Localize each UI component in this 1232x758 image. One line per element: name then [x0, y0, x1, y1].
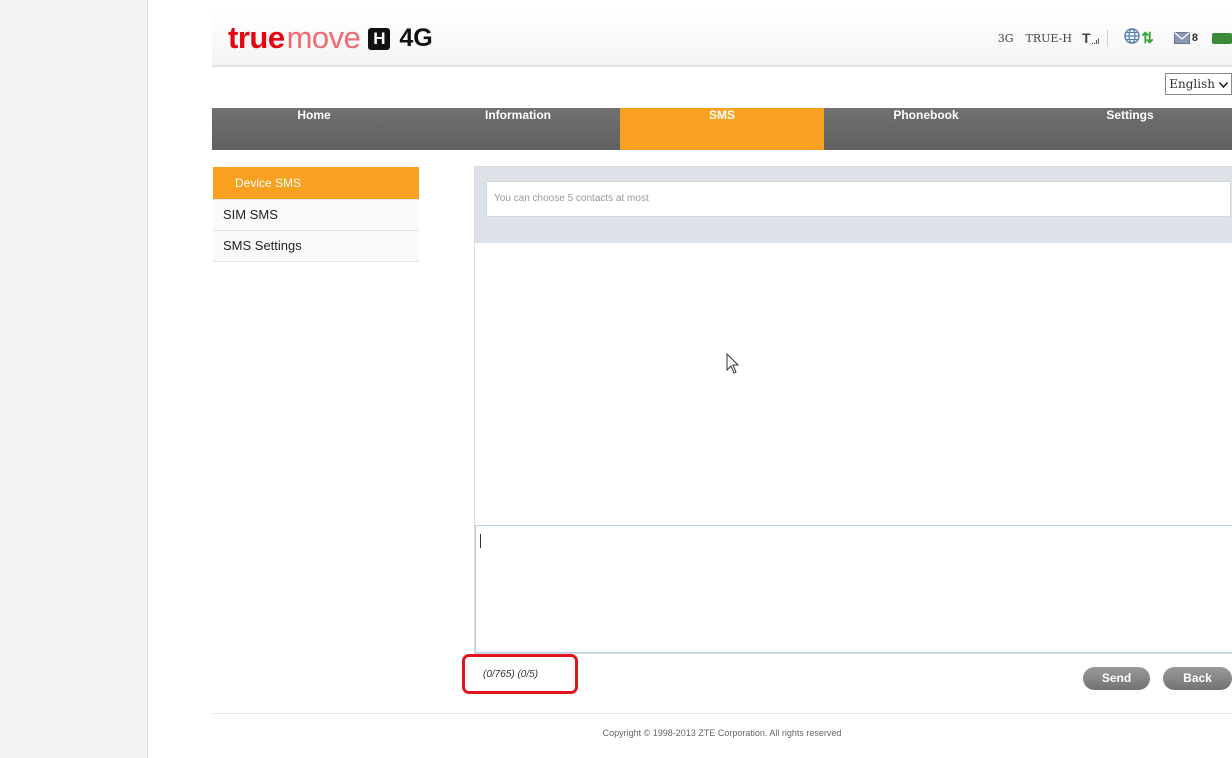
main-nav: Home Information SMS Phonebook Settings	[212, 108, 1232, 150]
nav-settings[interactable]: Settings	[1028, 108, 1232, 150]
nav-home[interactable]: Home	[212, 108, 416, 150]
nav-phonebook[interactable]: Phonebook	[824, 108, 1028, 150]
sms-count-badge: 8	[1191, 32, 1198, 44]
logo-h-badge: H	[368, 28, 391, 50]
left-gutter	[0, 0, 148, 758]
character-counter: (0/765) (0/5)	[483, 669, 539, 680]
header: true move H 4G 3G TRUE-H T ..ıl ⇅ 8	[212, 10, 1232, 67]
language-selected-value: English	[1169, 77, 1215, 91]
language-select[interactable]: English	[1165, 73, 1232, 95]
envelope-icon	[1173, 32, 1190, 44]
copyright: Copyright © 1998-2013 ZTE Corporation. A…	[602, 728, 842, 738]
logo-move: move	[286, 20, 361, 55]
contact-bar: You can choose 5 contacts at most	[475, 167, 1232, 243]
text-caret	[480, 534, 481, 548]
back-button[interactable]: Back	[1163, 667, 1232, 690]
signal-bars: ..ıl	[1091, 39, 1100, 46]
footer-divider	[212, 713, 1232, 714]
sidebar-item-sim-sms[interactable]: SIM SMS	[213, 200, 419, 231]
status-bar: 3G TRUE-H T ..ıl ⇅ 8	[998, 28, 1232, 48]
sidebar: Device SMS SIM SMS SMS Settings	[213, 167, 419, 262]
logo-true: true	[228, 20, 285, 55]
carrier-name: TRUE-H	[1025, 31, 1072, 45]
signal-glyph: T	[1081, 30, 1091, 46]
sidebar-item-sms-settings[interactable]: SMS Settings	[213, 231, 419, 262]
mouse-cursor-icon	[726, 353, 740, 374]
brand-logo: true move H 4G	[228, 18, 433, 58]
language-select-box[interactable]: English	[1165, 73, 1232, 95]
status-divider	[1107, 30, 1109, 46]
data-transfer-icon: ⇅	[1141, 30, 1154, 47]
globe-icon	[1124, 28, 1140, 48]
send-button[interactable]: Send	[1083, 667, 1150, 690]
nav-information[interactable]: Information	[416, 108, 620, 150]
sidebar-item-device-sms[interactable]: Device SMS	[213, 167, 419, 200]
network-type: 3G	[997, 31, 1014, 45]
nav-sms[interactable]: SMS	[620, 108, 824, 150]
battery-icon	[1212, 32, 1232, 44]
signal-icon: T ..ıl	[1082, 30, 1099, 46]
chevron-down-icon	[1218, 78, 1229, 91]
contact-input[interactable]: You can choose 5 contacts at most	[486, 181, 1231, 217]
mail-icon[interactable]: 8	[1173, 32, 1198, 44]
compose-panel: You can choose 5 contacts at most	[474, 166, 1232, 654]
message-textarea[interactable]	[475, 525, 1232, 653]
logo-4g: 4G	[399, 23, 433, 52]
